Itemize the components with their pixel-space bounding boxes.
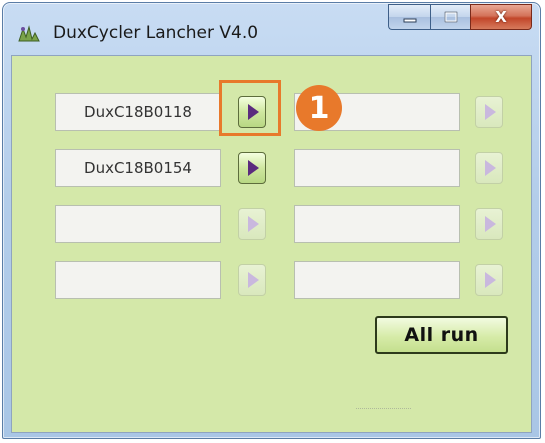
caption-buttons: X bbox=[388, 4, 532, 30]
minimize-icon bbox=[403, 8, 417, 27]
launcher-window: DuxCycler Lancher V4.0 X DuxC18B0118 Dux… bbox=[2, 2, 541, 439]
play-button-3[interactable] bbox=[238, 152, 266, 184]
serial-field-8[interactable] bbox=[294, 261, 460, 299]
close-icon: X bbox=[495, 8, 507, 26]
play-icon bbox=[248, 216, 259, 232]
window-title: DuxCycler Lancher V4.0 bbox=[53, 23, 259, 43]
title-bar[interactable]: DuxCycler Lancher V4.0 X bbox=[3, 3, 540, 55]
app-icon bbox=[17, 25, 41, 43]
serial-field-7[interactable] bbox=[55, 261, 221, 299]
step-badge: 1 bbox=[296, 85, 342, 131]
divider bbox=[356, 408, 411, 410]
play-button-8[interactable] bbox=[475, 264, 503, 296]
maximize-icon bbox=[444, 8, 458, 27]
serial-field-5[interactable] bbox=[55, 205, 221, 243]
serial-field-1[interactable]: DuxC18B0118 bbox=[55, 93, 221, 131]
annotation-highlight bbox=[219, 80, 281, 136]
play-icon bbox=[485, 160, 496, 176]
minimize-button[interactable] bbox=[388, 4, 430, 30]
play-button-7[interactable] bbox=[238, 264, 266, 296]
play-icon bbox=[485, 216, 496, 232]
maximize-button[interactable] bbox=[430, 4, 470, 30]
serial-field-4[interactable] bbox=[294, 149, 460, 187]
serial-field-3[interactable]: DuxC18B0154 bbox=[55, 149, 221, 187]
play-button-2[interactable] bbox=[475, 96, 503, 128]
all-run-button[interactable]: All run bbox=[375, 316, 508, 354]
play-button-6[interactable] bbox=[475, 208, 503, 240]
play-icon bbox=[248, 272, 259, 288]
play-icon bbox=[485, 104, 496, 120]
play-icon bbox=[248, 160, 259, 176]
play-button-4[interactable] bbox=[475, 152, 503, 184]
serial-field-6[interactable] bbox=[294, 205, 460, 243]
play-button-5[interactable] bbox=[238, 208, 266, 240]
close-button[interactable]: X bbox=[470, 4, 532, 30]
play-icon bbox=[485, 272, 496, 288]
